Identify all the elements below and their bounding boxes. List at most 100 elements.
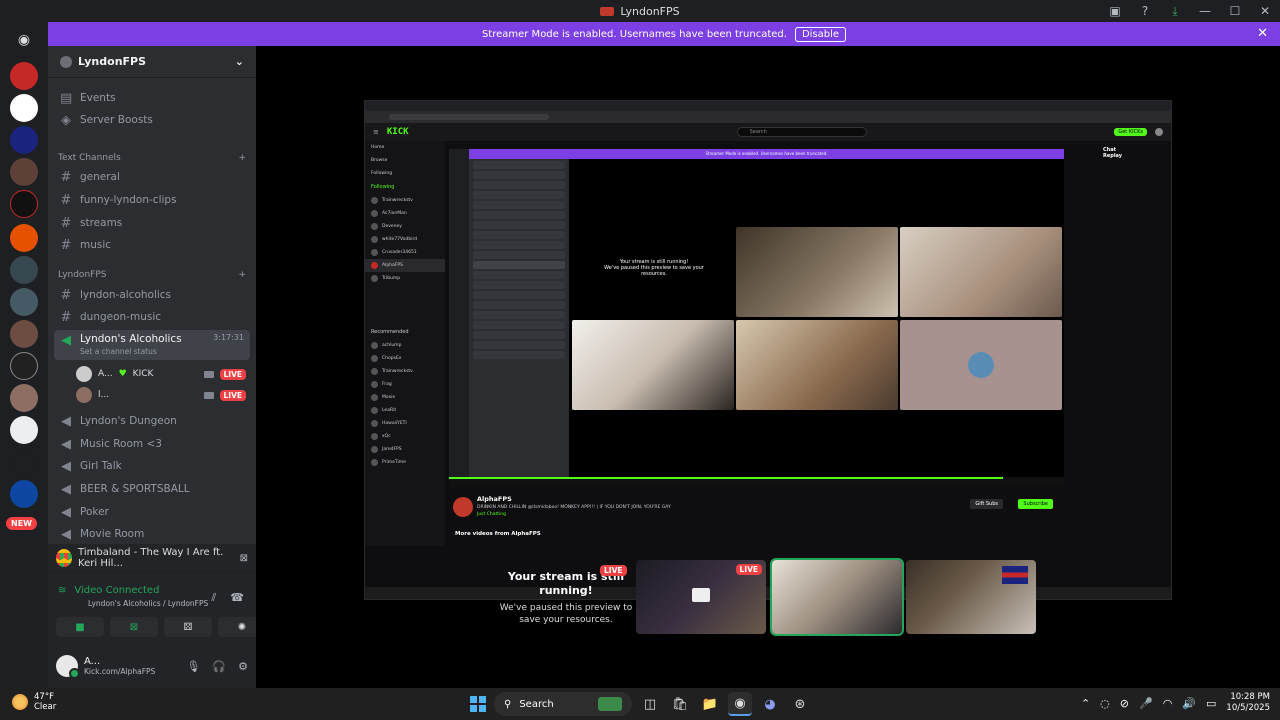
- disable-streamer-mode-button[interactable]: Disable: [794, 26, 847, 42]
- server-icon[interactable]: [10, 158, 38, 186]
- subscribe-button: Subscribe: [1018, 499, 1053, 509]
- activity-bar[interactable]: Timbaland - The Way I Are ft. Keri Hil..…: [48, 544, 256, 572]
- voice-channel-girl-talk[interactable]: ◀ Girl Talk: [54, 455, 250, 477]
- discord-icon[interactable]: ◕: [758, 692, 782, 716]
- video-tile[interactable]: [906, 560, 1036, 634]
- microphone-icon[interactable]: 🎤: [1139, 697, 1153, 710]
- kick-channel: LeaRit: [365, 404, 445, 417]
- voice-channel-lyndons-alcoholics[interactable]: ◀ Lyndon's Alcoholics Set a channel stat…: [54, 330, 250, 360]
- kick-logo: KICK: [386, 127, 409, 137]
- chevron-up-icon[interactable]: ⌃: [1081, 697, 1090, 710]
- close-banner-icon[interactable]: ✕: [1257, 26, 1268, 41]
- close-activity-icon[interactable]: ⊠: [240, 553, 248, 564]
- server-icon[interactable]: [10, 384, 38, 412]
- add-channel-icon[interactable]: +: [238, 270, 246, 280]
- start-button[interactable]: [468, 694, 488, 714]
- weather-condition: Clear: [34, 702, 57, 712]
- inbox-icon[interactable]: ▣: [1100, 0, 1130, 22]
- discord-home-icon[interactable]: ◉: [10, 26, 38, 54]
- store-icon[interactable]: 🛍: [668, 692, 692, 716]
- microphone-icon[interactable]: 🎙: [186, 660, 200, 673]
- server-boosts-link[interactable]: ◈ Server Boosts: [54, 109, 250, 131]
- server-icon[interactable]: [10, 62, 38, 90]
- category-lyndonfps[interactable]: LyndonFPS +: [58, 270, 246, 280]
- disconnect-icon[interactable]: ☎: [230, 591, 244, 605]
- live-badge: LIVE: [219, 368, 246, 380]
- server-icon[interactable]: [10, 256, 38, 284]
- boost-icon: ◈: [61, 112, 71, 128]
- nested-video-tile: [736, 227, 898, 317]
- activities-button[interactable]: ⚄: [164, 617, 212, 637]
- weather-temp: 47°F: [34, 692, 54, 702]
- user-status: Kick.com/AlphaFPS: [84, 667, 156, 676]
- voice-timer: 3:17:31: [213, 333, 244, 342]
- voice-channel-lyndons-dungeon[interactable]: ◀ Lyndon's Dungeon: [54, 410, 250, 432]
- clock[interactable]: 10:28 PM 10/5/2025: [1226, 692, 1270, 714]
- kick-channel: white77Vodbird: [365, 233, 445, 246]
- server-icon[interactable]: [10, 320, 38, 348]
- voice-channel-movie-room[interactable]: ◀ Movie Room: [54, 523, 250, 545]
- screen-share-button[interactable]: ⊠: [110, 617, 158, 637]
- gear-icon[interactable]: ⚙: [238, 660, 248, 673]
- events-link[interactable]: ▤ Events: [54, 87, 250, 109]
- stream-preview-tile[interactable]: LIVE: [636, 560, 766, 634]
- voice-user[interactable]: l... LIVE: [76, 385, 246, 405]
- app-tray-icon[interactable]: ◌: [1100, 697, 1110, 710]
- voice-channel-poker[interactable]: ◀ Poker: [54, 501, 250, 523]
- shared-screen[interactable]: ≡ KICK Search Get KICKs Home Browse Foll…: [364, 100, 1172, 600]
- file-explorer-icon[interactable]: 📁: [698, 692, 722, 716]
- server-icon[interactable]: [10, 190, 38, 218]
- voice-channel-beer-sportsball[interactable]: ◀ BEER & SPORTSBALL: [54, 478, 250, 500]
- channel-streams[interactable]: # streams: [54, 212, 250, 234]
- video-tile-speaking[interactable]: [770, 558, 904, 636]
- maximize-button[interactable]: ☐: [1220, 0, 1250, 22]
- guild-header[interactable]: LyndonFPS ⌄: [48, 46, 256, 78]
- category-text-channels[interactable]: Text Channels +: [58, 153, 246, 163]
- channel-status[interactable]: Set a channel status: [80, 347, 182, 356]
- taskbar-search[interactable]: ⚲ Search: [494, 692, 632, 716]
- server-icon[interactable]: [10, 94, 38, 122]
- chrome-icon[interactable]: ◉: [728, 692, 752, 716]
- close-window-button[interactable]: ✕: [1250, 0, 1280, 22]
- battery-icon[interactable]: ▭: [1206, 697, 1216, 710]
- voice-channel-music-room[interactable]: ◀ Music Room <3: [54, 433, 250, 455]
- stream-info: AlphaFPS DRINKIN AND CHILLIN @itsmidaboo…: [453, 495, 1063, 545]
- channel-general[interactable]: # general: [54, 166, 250, 188]
- add-channel-icon[interactable]: +: [238, 153, 246, 163]
- minimize-button[interactable]: —: [1190, 0, 1220, 22]
- menu-icon: ≡: [373, 128, 379, 136]
- headphones-icon[interactable]: 🎧: [212, 660, 226, 673]
- nested-server-list: [449, 149, 469, 477]
- channel-funny-lyndon-clips[interactable]: # funny-lyndon-clips: [54, 189, 250, 211]
- server-icon[interactable]: [10, 126, 38, 154]
- volume-icon[interactable]: 🔊: [1182, 697, 1196, 710]
- task-view-icon[interactable]: ◫: [638, 692, 662, 716]
- user-panel: A... Kick.com/AlphaFPS 🎙 🎧 ⚙: [48, 644, 256, 688]
- guild-icon: [60, 55, 72, 68]
- wifi-icon[interactable]: ◠: [1163, 697, 1173, 710]
- steam-icon[interactable]: ⊛: [788, 692, 812, 716]
- server-icon[interactable]: [10, 288, 38, 316]
- camera-button[interactable]: ■: [56, 617, 104, 637]
- speaker-icon: ◀: [61, 458, 71, 474]
- nested-paused-message: Your stream is still running! We've paus…: [604, 259, 704, 277]
- server-icon[interactable]: [10, 448, 38, 476]
- download-icon[interactable]: ⤓: [1160, 0, 1190, 22]
- server-icon[interactable]: [10, 416, 38, 444]
- server-icon[interactable]: [10, 480, 38, 508]
- channel-music[interactable]: # music: [54, 234, 250, 256]
- voice-status[interactable]: Video Connected: [74, 585, 159, 596]
- channel-lyndon-alcoholics[interactable]: # lyndon-alcoholics: [54, 284, 250, 306]
- voice-channel-path[interactable]: Lyndon's Alcoholics / LyndonFPS: [88, 599, 208, 608]
- weather-widget[interactable]: 47°F Clear: [12, 692, 56, 712]
- kick-channel: Tribump: [365, 272, 445, 285]
- player-controls: [449, 477, 1064, 487]
- help-icon[interactable]: ?: [1130, 0, 1160, 22]
- server-icon[interactable]: [10, 224, 38, 252]
- channel-dungeon-music[interactable]: # dungeon-music: [54, 306, 250, 328]
- voice-user[interactable]: A... ♥ KICK LIVE: [76, 364, 246, 384]
- network-off-icon[interactable]: ⊘: [1120, 697, 1129, 710]
- noise-suppression-icon[interactable]: ⫽: [211, 591, 216, 605]
- server-icon[interactable]: [10, 352, 38, 380]
- avatar[interactable]: [56, 655, 80, 679]
